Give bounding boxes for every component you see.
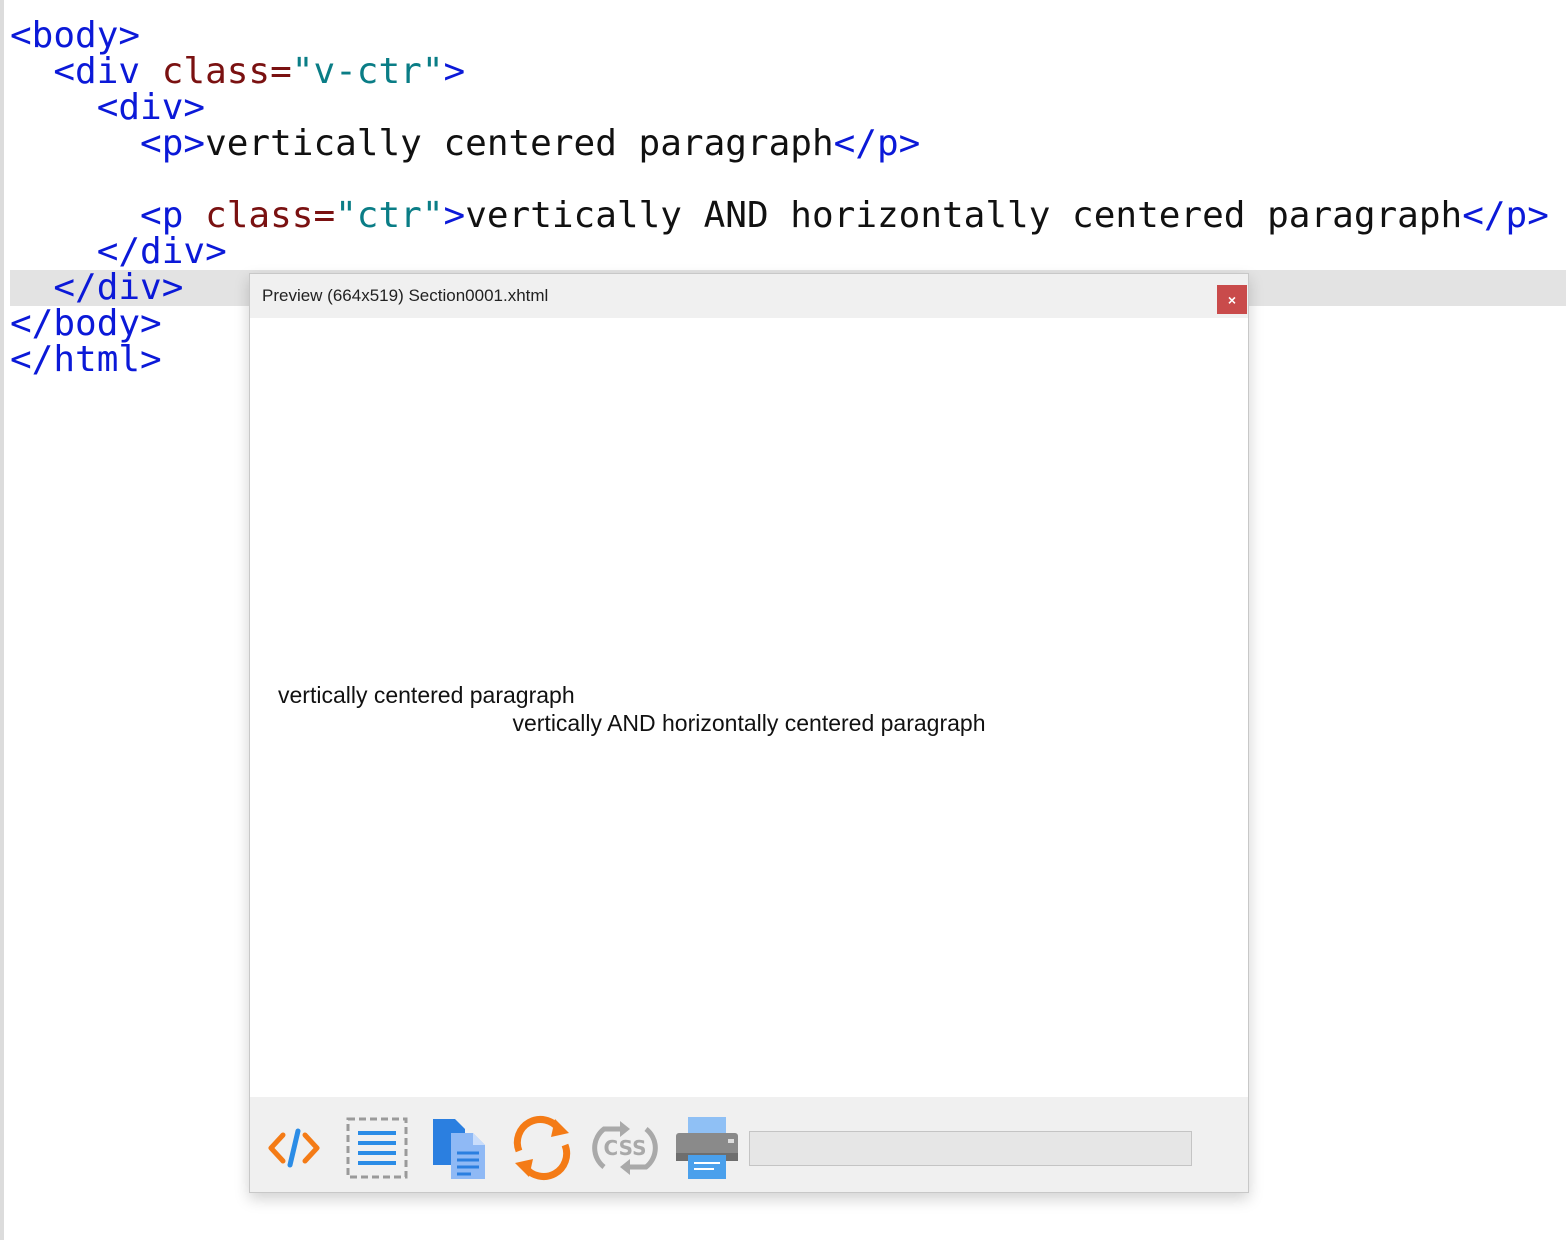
- code-token-tag: >: [443, 195, 466, 236]
- css-toggle-icon: CSS: [592, 1121, 658, 1175]
- code-line[interactable]: [10, 162, 1566, 198]
- code-token-tag: </div>: [53, 267, 184, 308]
- code-token-tag: <div>: [96, 87, 206, 128]
- code-token-tag: </p>: [1462, 195, 1549, 236]
- code-token-tag: <p: [140, 195, 206, 236]
- css-toggle-button[interactable]: CSS: [592, 1115, 658, 1181]
- preview-paragraph-centered: vertically AND horizontally centered par…: [512, 710, 986, 736]
- code-line[interactable]: <div>: [10, 90, 1566, 126]
- code-token-attr: class=: [205, 195, 336, 236]
- refresh-button[interactable]: [509, 1115, 575, 1181]
- preview-paragraph-vertical: vertically centered paragraph: [278, 682, 575, 708]
- code-line[interactable]: <div class="v-ctr">: [10, 54, 1566, 90]
- code-token-txt: vertically centered paragraph: [205, 123, 834, 164]
- code-token-tag: </html>: [10, 339, 162, 380]
- editor-gutter: [0, 0, 4, 1240]
- print-icon: [676, 1117, 738, 1179]
- code-token-tag: </p>: [833, 123, 921, 164]
- preview-titlebar[interactable]: Preview (664x519) Section0001.xhtml ×: [250, 274, 1248, 318]
- code-line[interactable]: </div>: [10, 234, 1566, 270]
- code-token-txt: vertically AND horizontally centered par…: [465, 195, 1463, 236]
- print-button[interactable]: [674, 1115, 740, 1181]
- preview-title: Preview (664x519) Section0001.xhtml: [262, 286, 549, 305]
- copy-button[interactable]: [427, 1115, 493, 1181]
- code-token-tag: </body>: [10, 303, 162, 344]
- refresh-icon: [513, 1116, 571, 1180]
- close-button[interactable]: ×: [1217, 285, 1247, 314]
- code-token-attr: class=: [161, 51, 292, 92]
- code-token-val: "v-ctr": [291, 51, 444, 92]
- code-view-icon: [268, 1128, 320, 1168]
- preview-window: Preview (664x519) Section0001.xhtml × ve…: [249, 273, 1249, 1193]
- svg-text:CSS: CSS: [604, 1136, 647, 1160]
- code-line[interactable]: <body>: [10, 18, 1566, 54]
- status-field: [749, 1131, 1192, 1166]
- select-all-button[interactable]: [344, 1115, 410, 1181]
- close-icon: ×: [1227, 291, 1237, 308]
- code-line[interactable]: <p>vertically centered paragraph</p>: [10, 126, 1566, 162]
- code-token-tag: <div: [53, 51, 162, 92]
- code-view-button[interactable]: [261, 1115, 327, 1181]
- copy-document-icon: [433, 1119, 485, 1179]
- code-token-tag: </div>: [96, 231, 227, 272]
- code-token-tag: >: [443, 51, 466, 92]
- code-token-val: "ctr": [335, 195, 444, 236]
- code-line[interactable]: <p class="ctr">vertically AND horizontal…: [10, 198, 1566, 234]
- preview-content: vertically centered paragraph vertically…: [250, 318, 1248, 1097]
- preview-toolbar: CSS: [250, 1097, 1248, 1192]
- code-token-tag: <p>: [140, 123, 206, 164]
- select-all-icon: [346, 1117, 408, 1179]
- code-token-tag: <body>: [10, 15, 141, 56]
